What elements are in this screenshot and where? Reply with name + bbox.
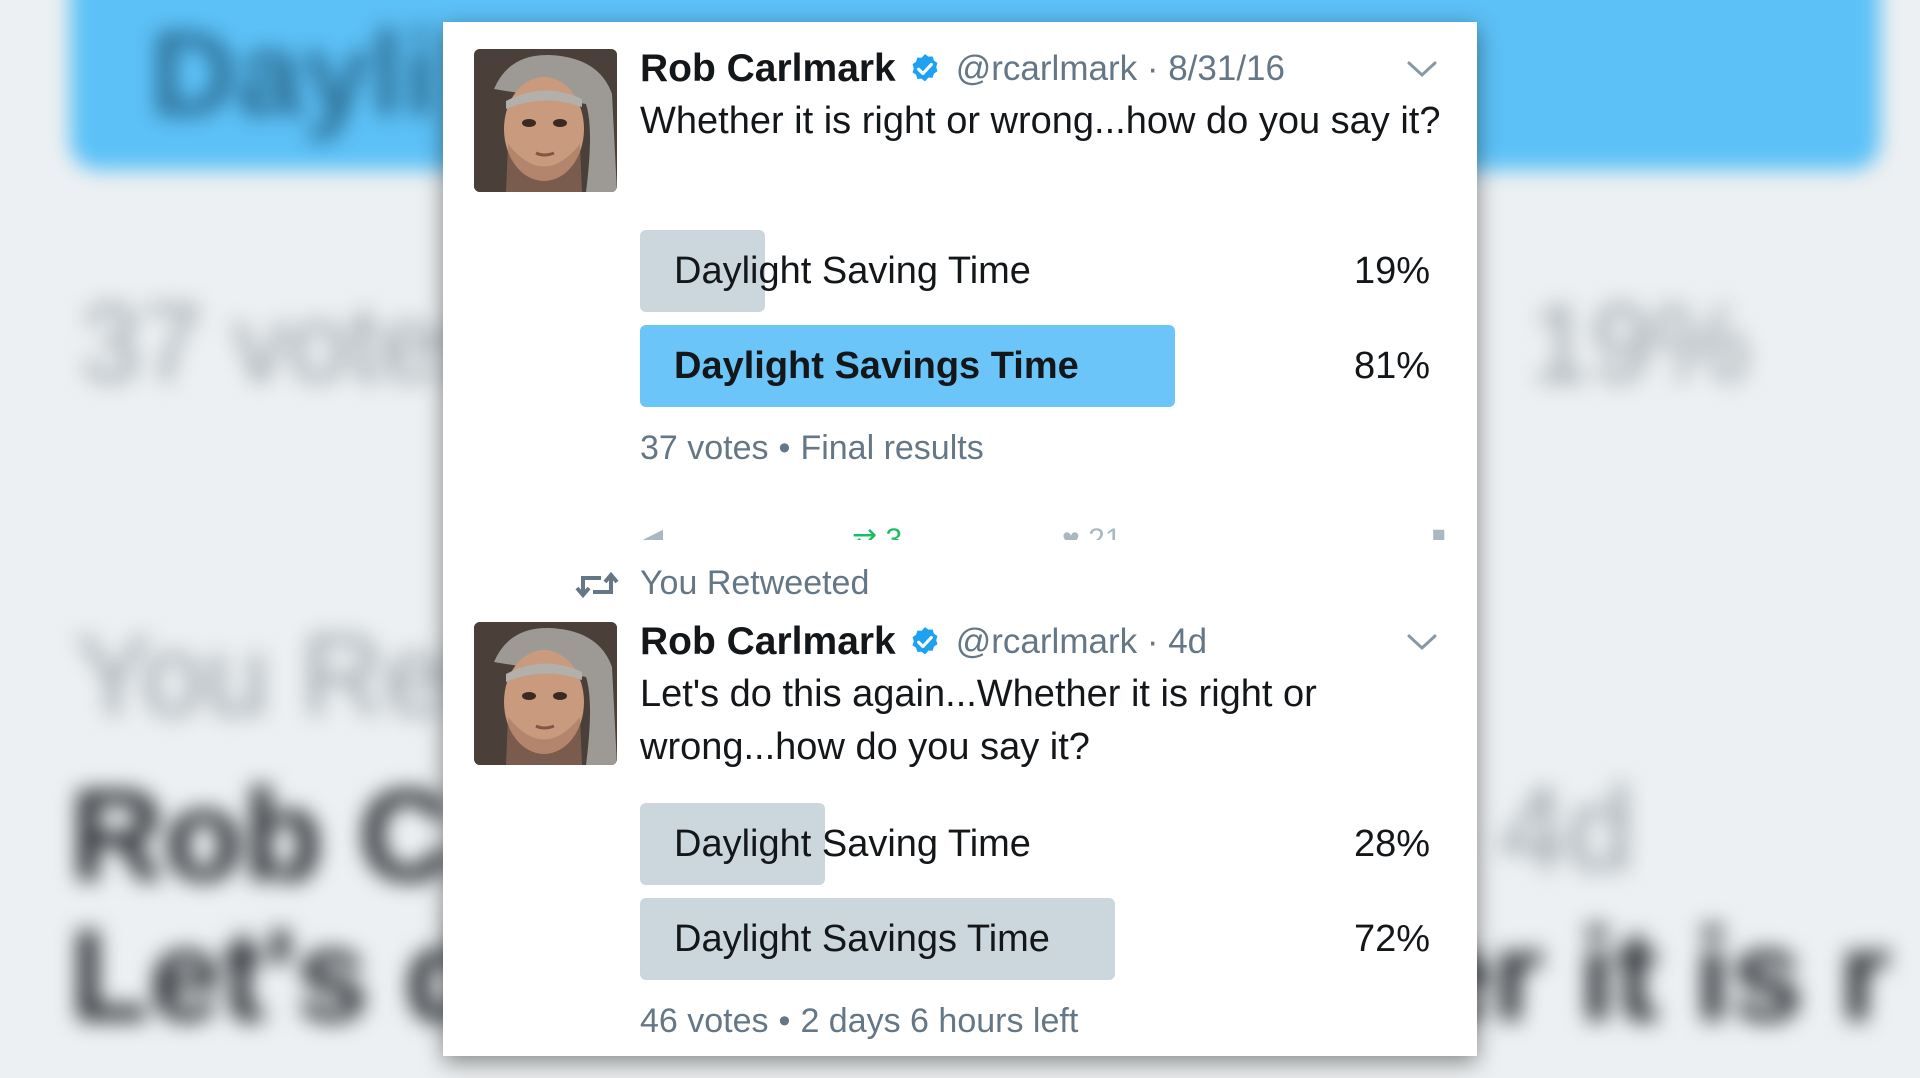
like-action[interactable]: ♥ 21 — [1062, 522, 1122, 540]
poll-option: Daylight Savings Time 72% — [640, 898, 1430, 980]
poll: Daylight Saving Time 28% Daylight Saving… — [640, 803, 1430, 1041]
chevron-down-icon[interactable] — [1405, 58, 1439, 80]
background-tweet-text-right: er it is r — [1420, 902, 1890, 1048]
poll-option-percent: 72% — [1353, 918, 1430, 960]
poll-votes: 37 votes — [640, 429, 769, 467]
separator-dot: • — [778, 429, 791, 467]
poll-meta: 37 votes • Final results — [640, 429, 1430, 468]
poll-option-label: Daylight Savings Time — [674, 918, 1050, 960]
author-name[interactable]: Rob Carlmark — [640, 620, 896, 664]
background-banner-text: Dayli — [150, 7, 437, 141]
poll-option-percent: 81% — [1353, 345, 1430, 387]
background-time-text: 4d — [1500, 762, 1634, 896]
poll-option-label: Daylight Savings Time — [674, 345, 1079, 387]
poll-option: Daylight Saving Time 19% — [640, 230, 1430, 312]
retweet-context: You Retweeted — [443, 540, 1477, 602]
avatar[interactable] — [474, 49, 617, 192]
handle-and-date: @rcarlmark · 4d — [955, 622, 1208, 661]
separator-dot: • — [778, 1002, 791, 1040]
author-name[interactable]: Rob Carlmark — [640, 47, 896, 91]
tweet-timeline-card: Rob Carlmark @rcarlmark · 8/31/16 Whethe… — [443, 22, 1477, 1056]
poll-status: Final results — [800, 429, 984, 467]
retweet-icon: ⇄ — [852, 523, 878, 540]
handle-and-date: @rcarlmark · 8/31/16 — [955, 49, 1285, 88]
poll-option-percent: 19% — [1353, 250, 1430, 292]
poll: Daylight Saving Time 19% Daylight Saving… — [640, 230, 1430, 468]
analytics-icon[interactable]: ▮ — [1430, 522, 1447, 540]
poll-option-percent: 28% — [1353, 823, 1430, 865]
retweet-action[interactable]: ⇄ 3 — [852, 522, 902, 540]
tweet-header: Rob Carlmark @rcarlmark · 8/31/16 — [640, 44, 1439, 94]
heart-icon: ♥ — [1062, 523, 1080, 540]
verified-badge-icon — [908, 625, 942, 659]
background-votes-text: 37 votes — [80, 282, 496, 405]
tweet[interactable]: Rob Carlmark @rcarlmark · 8/31/16 Whethe… — [443, 22, 1477, 540]
reply-icon[interactable]: ◀ — [640, 522, 663, 540]
tweet[interactable]: You Retweeted Rob Carlmark @rcarlmark · … — [443, 540, 1477, 1056]
poll-option: Daylight Savings Time 81% — [640, 325, 1430, 407]
chevron-down-icon[interactable] — [1405, 631, 1439, 653]
retweet-icon — [575, 570, 619, 600]
like-count: 21 — [1088, 523, 1122, 540]
tweet-header: Rob Carlmark @rcarlmark · 4d — [640, 617, 1439, 667]
retweet-count: 3 — [885, 523, 903, 540]
background-retweet-text: You Ret — [75, 612, 480, 740]
avatar[interactable] — [474, 622, 617, 765]
background-tweet-text: Let's d — [70, 902, 484, 1048]
poll-option: Daylight Saving Time 28% — [640, 803, 1430, 885]
verified-badge-icon — [908, 52, 942, 86]
poll-status: 2 days 6 hours left — [800, 1002, 1079, 1040]
tweet-actions: ◀ ⇄ 3 ♥ 21 ▮ — [640, 522, 1447, 540]
retweeted-label: You Retweeted — [640, 564, 870, 602]
background-percent-text: 19% — [1530, 282, 1751, 405]
poll-option-label: Daylight Saving Time — [674, 250, 1031, 292]
poll-votes: 46 votes — [640, 1002, 769, 1040]
tweet-text: Let's do this again...Whether it is righ… — [640, 673, 1317, 768]
poll-meta: 46 votes • 2 days 6 hours left — [640, 1002, 1430, 1041]
poll-option-label: Daylight Saving Time — [674, 823, 1031, 865]
tweet-text: Whether it is right or wrong...how do yo… — [640, 100, 1441, 142]
